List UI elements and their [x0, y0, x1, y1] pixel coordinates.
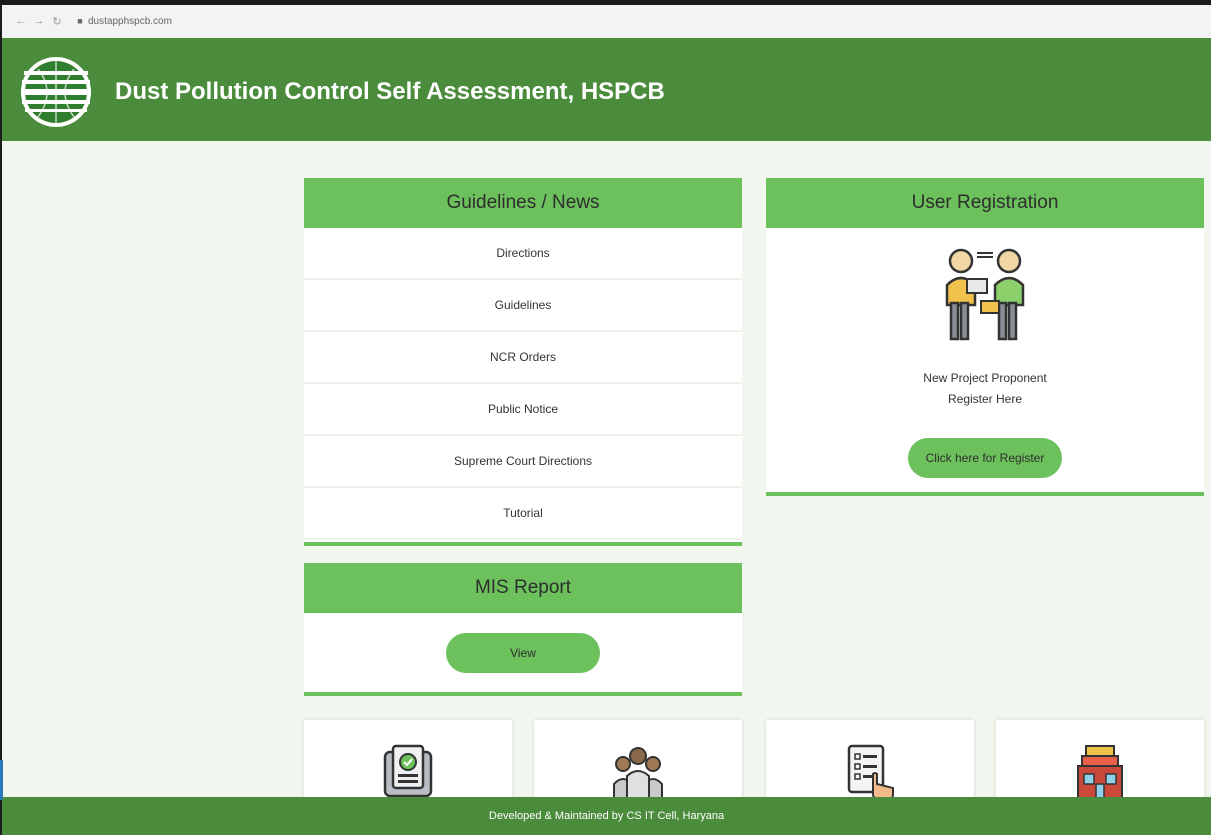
checklist-hand-icon — [847, 744, 894, 801]
page-title: Dust Pollution Control Self Assessment, … — [115, 78, 665, 105]
building-icon — [1077, 745, 1123, 800]
news-item-guidelines[interactable]: Guidelines — [304, 280, 742, 332]
user-registration-icon — [945, 248, 1025, 341]
lock-icon: ■ — [77, 16, 83, 26]
guidelines-panel: Guidelines / News Directions Guidelines … — [304, 178, 742, 546]
browser-window: ← → ↻ ■ dustapphspcb.com Dust Pollution … — [2, 5, 1211, 835]
registration-line-2: Register Here — [947, 392, 1023, 406]
news-item-public-notice[interactable]: Public Notice — [304, 384, 742, 436]
footer-text: Developed & Maintained by CS IT Cell, Ha… — [488, 810, 725, 822]
mis-view-button[interactable]: View — [446, 633, 600, 673]
panel-divider — [304, 692, 742, 696]
register-button[interactable]: Click here for Register — [908, 438, 1062, 478]
site-footer: Developed & Maintained by CS IT Cell, Ha… — [2, 797, 1211, 835]
back-icon[interactable]: ← — [12, 15, 30, 27]
forward-icon[interactable]: → — [30, 15, 48, 27]
tablet-check-icon — [383, 744, 433, 798]
group-people-icon — [613, 747, 663, 800]
mis-report-heading: MIS Report — [304, 563, 742, 613]
panel-divider — [304, 542, 742, 546]
panel-divider — [766, 492, 1204, 496]
address-bar[interactable]: dustapphspcb.com — [88, 16, 172, 27]
reload-icon[interactable]: ↻ — [48, 15, 66, 28]
news-item-supreme-court-directions[interactable]: Supreme Court Directions — [304, 436, 742, 488]
registration-heading: User Registration — [766, 178, 1204, 228]
news-item-tutorial[interactable]: Tutorial — [304, 488, 742, 540]
hspcb-logo-icon — [21, 57, 91, 127]
mis-report-panel: MIS Report View — [304, 563, 742, 696]
news-item-directions[interactable]: Directions — [304, 228, 742, 280]
window-edge — [0, 760, 3, 800]
site-header: Dust Pollution Control Self Assessment, … — [2, 38, 1211, 141]
registration-panel: User Registration New Project Proponent … — [766, 178, 1204, 496]
browser-toolbar: ← → ↻ ■ dustapphspcb.com — [2, 5, 1211, 37]
news-item-ncr-orders[interactable]: NCR Orders — [304, 332, 742, 384]
registration-line-1: New Project Proponent — [923, 371, 1047, 385]
guidelines-heading: Guidelines / News — [304, 178, 742, 228]
